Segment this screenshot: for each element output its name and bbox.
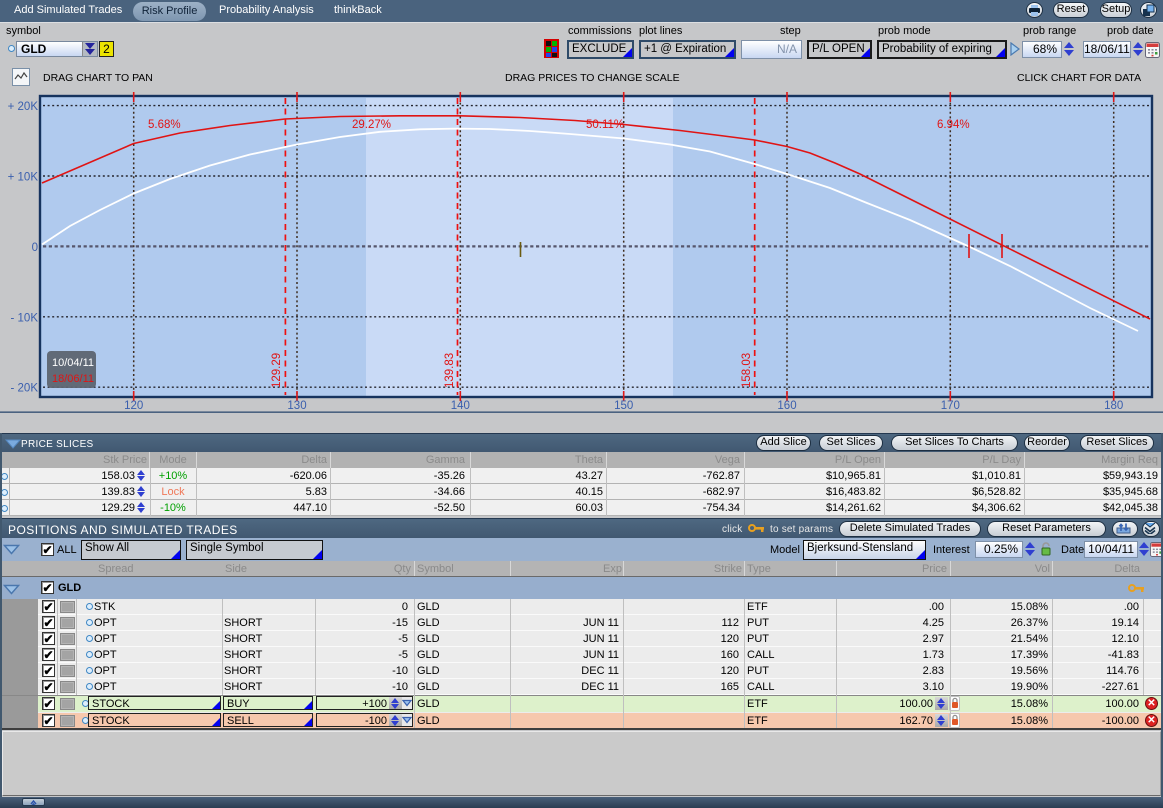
svg-text:50.11%: 50.11% — [586, 119, 624, 131]
svg-text:5.68%: 5.68% — [148, 119, 181, 131]
svg-text:- 20K: - 20K — [11, 383, 39, 395]
svg-text:170: 170 — [941, 400, 960, 412]
svg-text:180: 180 — [1104, 400, 1123, 412]
svg-text:120: 120 — [124, 400, 143, 412]
svg-text:10/04/11: 10/04/11 — [52, 357, 94, 369]
svg-text:160: 160 — [777, 400, 796, 412]
svg-text:29.27%: 29.27% — [352, 119, 391, 131]
svg-text:+ 10K: + 10K — [8, 172, 39, 184]
svg-text:+ 20K: + 20K — [8, 101, 39, 113]
svg-text:158.03: 158.03 — [741, 353, 753, 388]
svg-text:139.83: 139.83 — [444, 353, 456, 388]
svg-text:140: 140 — [451, 400, 470, 412]
svg-text:- 10K: - 10K — [11, 312, 39, 324]
svg-text:129.29: 129.29 — [271, 353, 283, 388]
svg-text:6.94%: 6.94% — [937, 119, 970, 131]
svg-text:130: 130 — [287, 400, 306, 412]
svg-text:0: 0 — [32, 242, 38, 254]
svg-text:150: 150 — [614, 400, 633, 412]
svg-text:18/06/11: 18/06/11 — [52, 373, 94, 385]
